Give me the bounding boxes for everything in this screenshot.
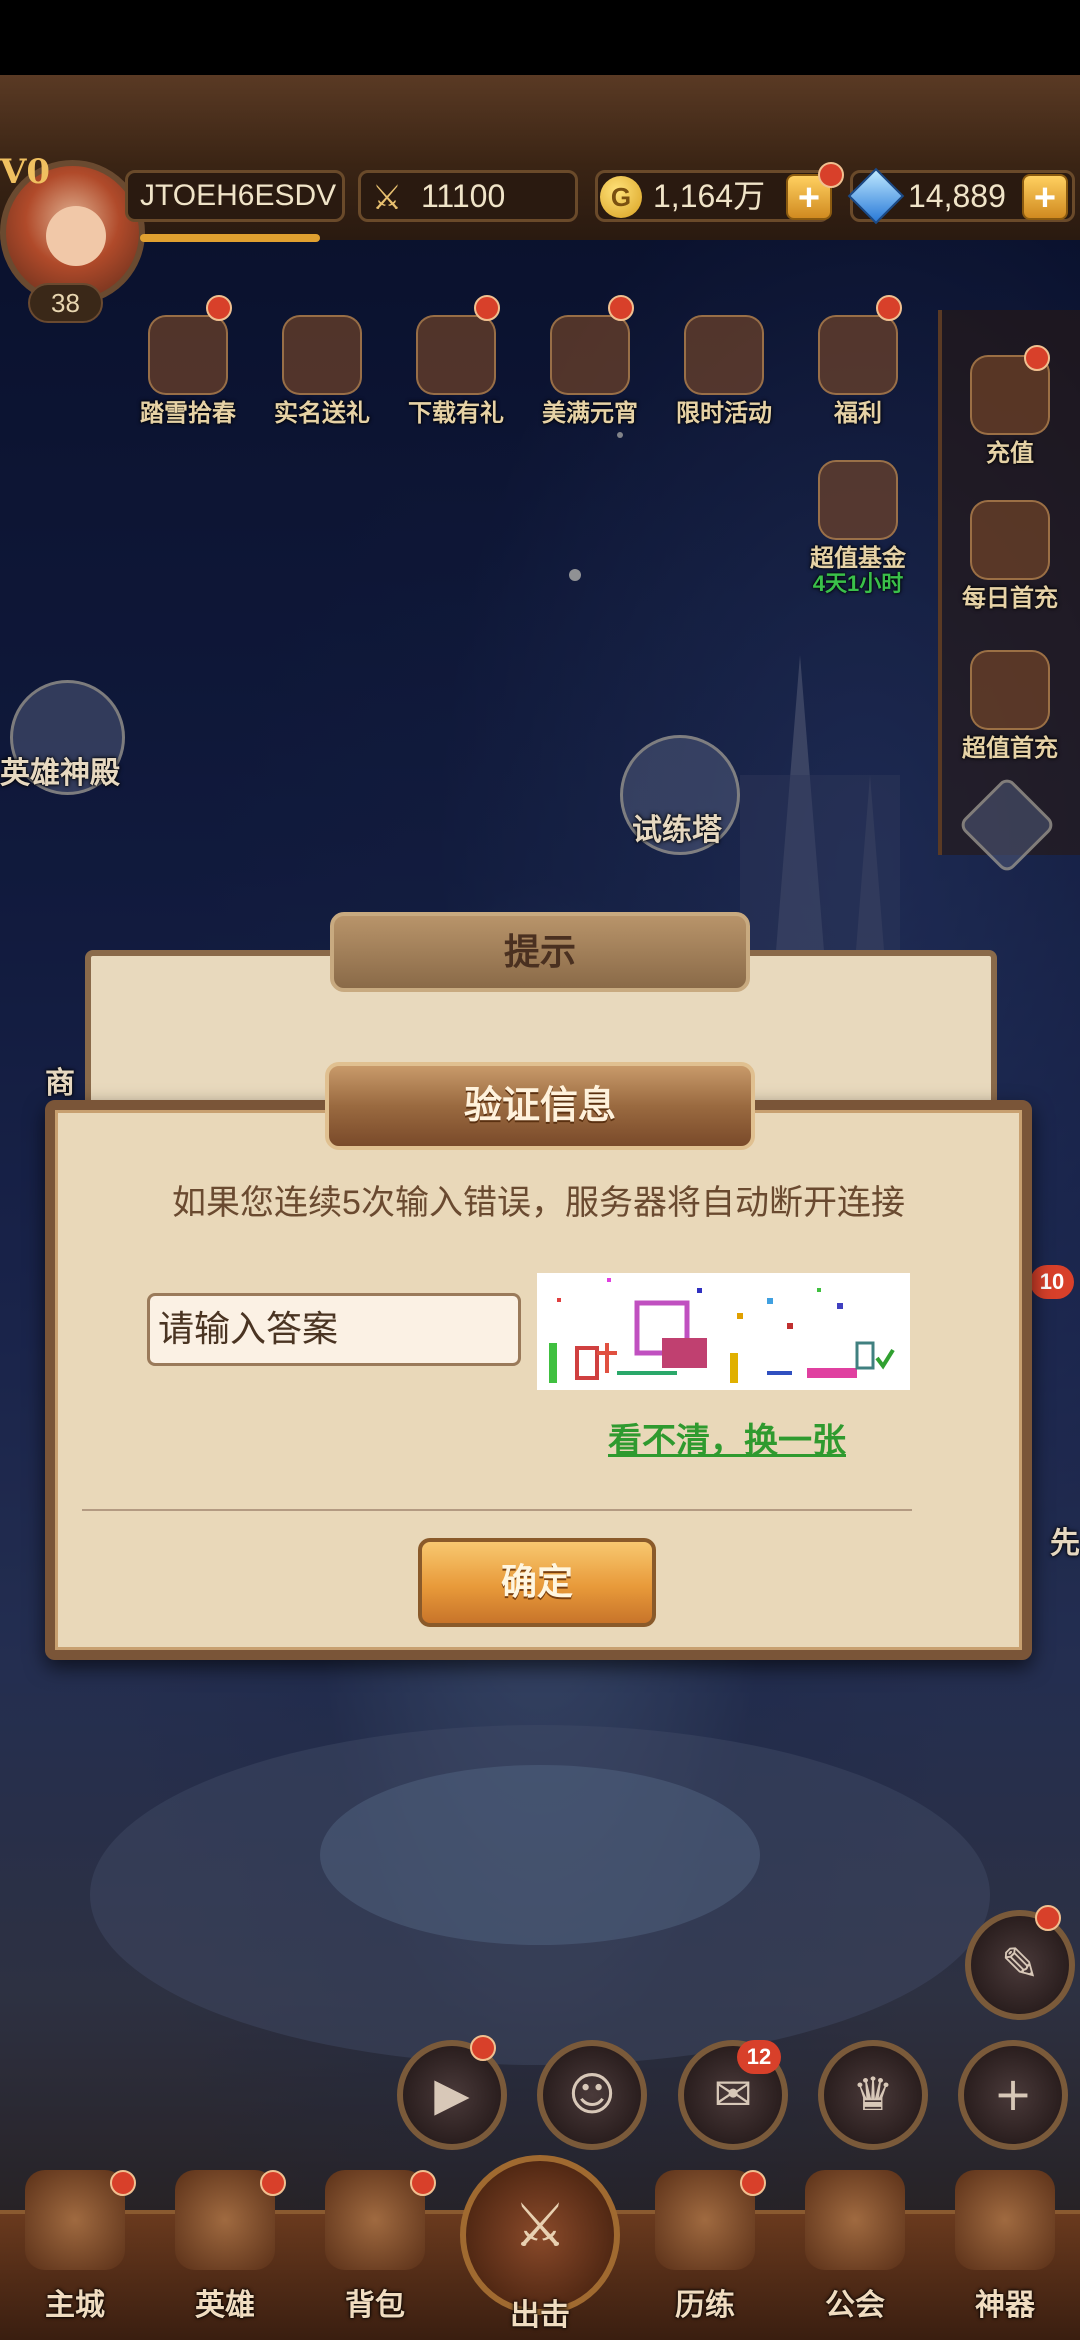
guild-icon [805, 2170, 905, 2270]
fund-chest-icon [818, 460, 898, 540]
value-fund[interactable]: 超值基金 4天1小时 [798, 450, 918, 596]
friends-button[interactable]: ☺ [537, 2040, 647, 2150]
vip-level: V0 [0, 152, 51, 192]
warning-text: 如果您连续5次输入错误，服务器将自动断开连接 [172, 1184, 905, 1222]
edit-icon: ✎ [1000, 1937, 1040, 1991]
activity-flower[interactable]: 踏雪拾春 [128, 295, 248, 427]
hero-temple-label: 英雄神殿 [0, 757, 120, 790]
notice-dot [608, 295, 634, 321]
trial-tower-label: 试练塔 [632, 814, 722, 847]
video-camera-icon: ▶ [434, 2067, 470, 2121]
captcha-image[interactable] [537, 1273, 910, 1390]
activity-label: 美满元宵 [542, 400, 638, 427]
refresh-captcha-link[interactable]: 看不清，换一张 [537, 1413, 917, 1462]
activity-realname[interactable]: 实名送礼 [262, 305, 382, 427]
activity-label: 限时活动 [676, 400, 772, 427]
nav-heroes[interactable]: 英雄 [150, 2170, 300, 2330]
back-dialog-title: 提示 [330, 912, 750, 992]
nav-artifact[interactable]: 神器 [930, 2170, 1080, 2330]
add-gems-button[interactable]: + [1022, 174, 1068, 220]
nav-guild[interactable]: 公会 [780, 2170, 930, 2330]
gift-icon [818, 315, 898, 395]
notes-button[interactable]: ✎ [965, 1910, 1075, 2020]
trophy-icon: ♛ [852, 2067, 894, 2121]
captcha-noise [549, 1278, 895, 1383]
activity-label: 福利 [834, 400, 882, 427]
notice-dot [740, 2170, 766, 2196]
right-building-label: 先 [1050, 1527, 1080, 1560]
avatar-face [46, 206, 106, 266]
nav-label: 出击 [510, 2299, 570, 2332]
artifact-icon [955, 2170, 1055, 2270]
activity-lantern[interactable]: 美满元宵 [530, 295, 650, 427]
side-value-first[interactable]: 超值首充 [950, 640, 1070, 762]
side-label: 每日首充 [962, 585, 1058, 612]
activity-welfare[interactable]: 福利 [798, 295, 918, 427]
dialog-divider [82, 1509, 912, 1511]
gold-coin-icon: G [600, 176, 642, 218]
shop-label: 商 [45, 1067, 75, 1100]
flower-icon [148, 315, 228, 395]
player-name: JTOEH6ESDV [125, 170, 345, 222]
side-daily-first[interactable]: 每日首充 [950, 490, 1070, 612]
banner-icon [684, 315, 764, 395]
status-bar [0, 0, 1080, 75]
plus-icon: + [993, 2067, 1033, 2121]
nav-label: 神器 [975, 2289, 1035, 2322]
nav-label: 公会 [825, 2289, 885, 2322]
fund-timer: 4天1小时 [812, 571, 904, 596]
hero-portrait-icon [970, 650, 1050, 730]
nav-label: 历练 [675, 2289, 735, 2322]
nav-attack[interactable]: 出击 [465, 2180, 615, 2340]
activity-limited[interactable]: 限时活动 [664, 305, 784, 427]
notice-dot [470, 2035, 496, 2061]
player-level: 38 [28, 283, 103, 323]
notice-dot [876, 295, 902, 321]
id-card-icon [282, 315, 362, 395]
rank-button[interactable]: ♛ [818, 2040, 928, 2150]
notice-dot [1035, 1905, 1061, 1931]
count-badge: 10 [1030, 1265, 1074, 1299]
experience-bar [140, 234, 320, 242]
notice-dot [818, 162, 844, 188]
answer-input[interactable]: 请输入答案 [147, 1293, 521, 1366]
side-recharge[interactable]: 充值 [950, 345, 1070, 467]
notice-dot [1024, 345, 1050, 371]
notice-dot [110, 2170, 136, 2196]
mail-icon: ✉ [713, 2067, 753, 2121]
friends-icon: ☺ [568, 2067, 616, 2121]
activity-download[interactable]: 下载有礼 [396, 295, 516, 427]
dialog-title: 验证信息 [325, 1062, 755, 1150]
treasure-icon [970, 500, 1050, 580]
lantern-icon [550, 315, 630, 395]
nav-bag[interactable]: 背包 [300, 2170, 450, 2330]
nav-label: 背包 [345, 2289, 405, 2322]
nav-label: 主城 [45, 2289, 105, 2322]
notice-dot [474, 295, 500, 321]
nav-label: 英雄 [195, 2289, 255, 2322]
side-label: 超值首充 [962, 735, 1058, 762]
notice-dot [206, 295, 232, 321]
mail-count-badge: 12 [737, 2040, 781, 2074]
nav-main-city[interactable]: 主城 [0, 2170, 150, 2330]
more-button[interactable]: + [958, 2040, 1068, 2150]
confirm-button[interactable]: 确定 [418, 1538, 656, 1627]
notice-dot [410, 2170, 436, 2196]
power-swords-icon: ⚔ [371, 178, 403, 218]
activity-label: 踏雪拾春 [140, 400, 236, 427]
notice-dot [260, 2170, 286, 2196]
download-icon [416, 315, 496, 395]
nav-training[interactable]: 历练 [630, 2170, 780, 2330]
activity-label: 实名送礼 [274, 400, 370, 427]
activity-label: 下载有礼 [408, 400, 504, 427]
side-label: 充值 [986, 440, 1034, 467]
